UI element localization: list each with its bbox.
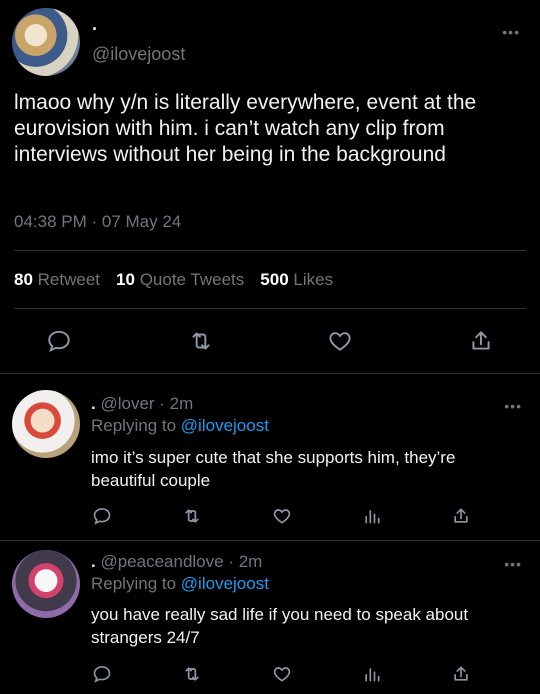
reply-text: imo it’s super cute that she supports hi… — [91, 448, 456, 490]
share-icon — [472, 331, 490, 350]
retweet-icon — [185, 509, 199, 523]
replying-to: Replying to @ilovejoost — [91, 416, 269, 436]
like-icon — [329, 332, 351, 351]
reply-button[interactable] — [46, 328, 72, 354]
analytics-button[interactable] — [362, 506, 382, 526]
replying-label: Replying to — [91, 574, 177, 593]
reply-icon — [93, 508, 111, 525]
analytics-icon — [365, 668, 380, 682]
divider — [0, 540, 540, 541]
replying-to: Replying to @ilovejoost — [91, 574, 269, 594]
tweet-timestamp[interactable]: 04:38 PM · 07 May 24 — [14, 212, 181, 232]
more-options-button[interactable]: ••• — [502, 24, 520, 40]
reply-button[interactable] — [92, 664, 112, 684]
share-button[interactable] — [451, 664, 471, 684]
user-handle[interactable]: @ilovejoost — [92, 44, 185, 65]
analytics-icon — [365, 510, 380, 524]
reply-button[interactable] — [92, 506, 112, 526]
display-name[interactable]: . — [92, 14, 97, 35]
retweets-label: Retweet — [37, 270, 101, 289]
retweet-icon — [192, 332, 210, 350]
retweets-count: 80 — [14, 270, 33, 289]
retweet-button[interactable] — [182, 664, 202, 684]
like-button[interactable] — [327, 328, 353, 354]
tweet-stats: 80 Retweet 10 Quote Tweets 500 Likes — [14, 270, 333, 290]
replying-handle-link[interactable]: @ilovejoost — [181, 574, 269, 593]
analytics-button[interactable] — [362, 664, 382, 684]
avatar[interactable] — [12, 550, 80, 618]
reply-header: . @peaceandlove · 2m — [91, 552, 262, 572]
tweet-text: lmaoo why y/n is literally everywhere, e… — [14, 91, 477, 166]
avatar[interactable] — [12, 8, 80, 76]
divider — [14, 250, 526, 251]
display-name[interactable]: . — [91, 394, 96, 413]
reply-header: . @lover · 2m — [91, 394, 193, 414]
like-button[interactable] — [272, 506, 292, 526]
replying-label: Replying to — [91, 416, 177, 435]
reply-icon — [48, 330, 70, 353]
quotes-label: Quote Tweets — [139, 270, 245, 289]
likes-label: Likes — [293, 270, 334, 289]
avatar[interactable] — [12, 390, 80, 458]
quotes-stat[interactable]: 10 Quote Tweets — [116, 270, 244, 290]
like-icon — [273, 509, 291, 524]
like-button[interactable] — [272, 664, 292, 684]
divider — [0, 373, 540, 374]
divider — [14, 308, 526, 309]
retweet-icon — [185, 667, 199, 681]
retweets-stat[interactable]: 80 Retweet — [14, 270, 100, 290]
retweet-button[interactable] — [188, 328, 214, 354]
more-options-button[interactable]: ••• — [504, 556, 522, 572]
share-icon — [454, 508, 468, 523]
share-icon — [454, 666, 468, 681]
likes-count: 500 — [260, 270, 289, 289]
retweet-button[interactable] — [182, 506, 202, 526]
quotes-count: 10 — [116, 270, 135, 289]
reply-meta[interactable]: @peaceandlove · 2m — [100, 552, 262, 571]
share-button[interactable] — [468, 328, 494, 354]
reply-meta[interactable]: @lover · 2m — [100, 394, 193, 413]
reply-icon — [93, 666, 111, 683]
share-button[interactable] — [451, 506, 471, 526]
replying-handle-link[interactable]: @ilovejoost — [181, 416, 269, 435]
like-icon — [273, 667, 291, 682]
display-name[interactable]: . — [91, 552, 96, 571]
reply-text: you have really sad life if you need to … — [91, 605, 469, 647]
likes-stat[interactable]: 500 Likes — [260, 270, 333, 290]
more-options-button[interactable]: ••• — [504, 398, 522, 414]
